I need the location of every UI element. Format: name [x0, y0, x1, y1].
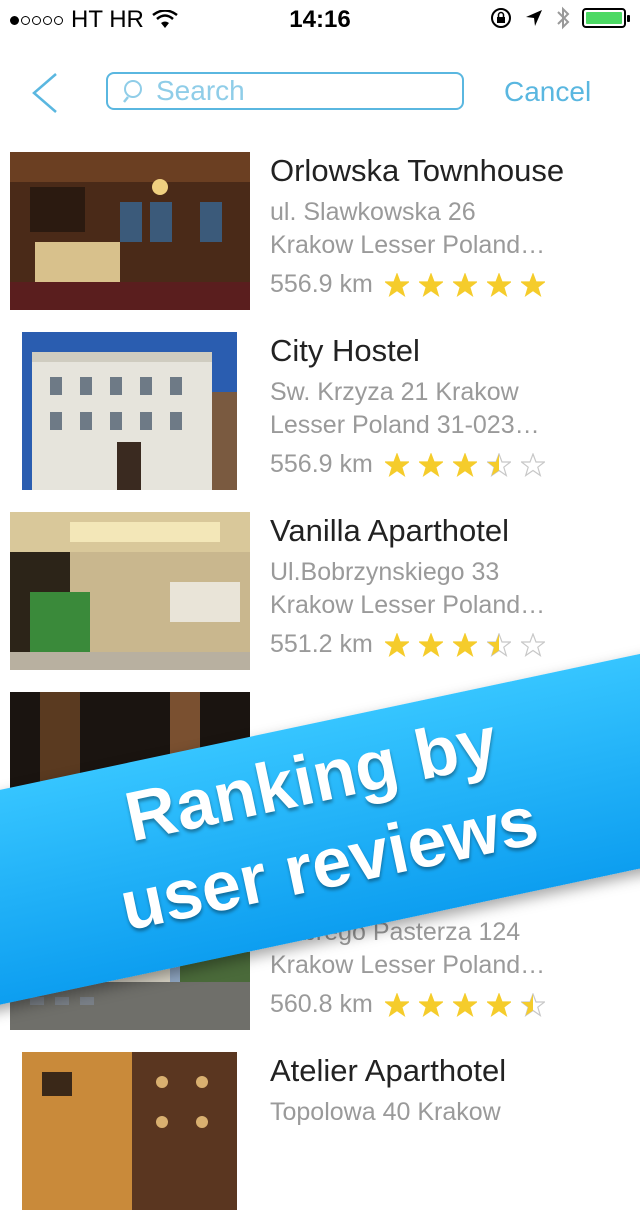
search-input[interactable]: [156, 75, 436, 107]
hotel-address-line1: ul. Slawkowska 26: [270, 198, 476, 226]
star-full-icon: [384, 632, 409, 657]
list-item[interactable]: Orlowska Townhouse ul. Slawkowska 26 Kra…: [0, 150, 640, 330]
hotel-address-line2: Krakow Lesser Poland…: [270, 951, 546, 979]
bluetooth-icon: [557, 6, 570, 30]
star-empty-icon: [520, 632, 545, 657]
battery-icon: [582, 8, 630, 28]
rating-stars: [384, 452, 545, 477]
hotel-address-line2: Lesser Poland 31-023…: [270, 411, 540, 439]
star-full-icon: [418, 632, 443, 657]
star-full-icon: [452, 992, 477, 1017]
rating-stars: [384, 272, 545, 297]
hotel-distance: 556.9 km: [270, 270, 373, 298]
star-full-icon: [418, 272, 443, 297]
star-full-icon: [418, 992, 443, 1017]
list-item[interactable]: City Hostel Sw. Krzyza 21 Krakow Lesser …: [0, 330, 640, 510]
hotel-address-line2: Krakow Lesser Poland…: [270, 591, 546, 619]
star-full-icon: [452, 632, 477, 657]
hotel-photo: [22, 332, 237, 490]
star-full-icon: [520, 272, 545, 297]
status-icons: [490, 6, 630, 30]
list-item[interactable]: Vanilla Aparthotel Ul.Bobrzynskiego 33 K…: [0, 510, 640, 690]
star-full-icon: [452, 272, 477, 297]
star-full-icon: [486, 992, 511, 1017]
star-full-icon: [486, 272, 511, 297]
star-half-icon: [520, 992, 545, 1017]
location-icon: [526, 10, 542, 26]
rating-stars: [384, 632, 545, 657]
hotel-address-line1: Sw. Krzyza 21 Krakow: [270, 378, 519, 406]
hotel-distance: 560.8 km: [270, 990, 373, 1018]
star-half-icon: [486, 452, 511, 477]
search-nav-bar: Cancel: [0, 60, 640, 124]
rotation-lock-icon: [491, 8, 511, 28]
star-empty-icon: [520, 452, 545, 477]
star-full-icon: [452, 452, 477, 477]
star-full-icon: [384, 452, 409, 477]
hotel-name: Atelier Aparthotel: [270, 1053, 507, 1088]
hotel-distance: 551.2 km: [270, 630, 373, 658]
status-bar: HT HR 14:16: [0, 0, 640, 40]
hotel-address-line1: Ul.Bobrzynskiego 33: [270, 558, 500, 586]
star-half-icon: [486, 632, 511, 657]
back-chevron-icon[interactable]: [30, 72, 60, 114]
star-full-icon: [384, 272, 409, 297]
hotel-distance: 556.9 km: [270, 450, 373, 478]
hotel-name: City Hostel: [270, 333, 420, 368]
hotel-name: Orlowska Townhouse: [270, 153, 565, 188]
cancel-button[interactable]: Cancel: [504, 76, 591, 108]
hotel-photo: [22, 1052, 237, 1210]
list-item[interactable]: Atelier Aparthotel Topolowa 40 Krakow: [0, 1050, 640, 1230]
rating-stars: [384, 992, 545, 1017]
hotel-name: Vanilla Aparthotel: [270, 513, 509, 548]
hotel-address-line1: Topolowa 40 Krakow: [270, 1098, 501, 1126]
star-full-icon: [384, 992, 409, 1017]
hotel-address-line2: Krakow Lesser Poland…: [270, 231, 546, 259]
hotel-photo: [10, 512, 250, 670]
hotel-photo: [10, 152, 250, 310]
star-full-icon: [418, 452, 443, 477]
search-field[interactable]: [106, 72, 464, 110]
search-icon: [123, 80, 142, 103]
